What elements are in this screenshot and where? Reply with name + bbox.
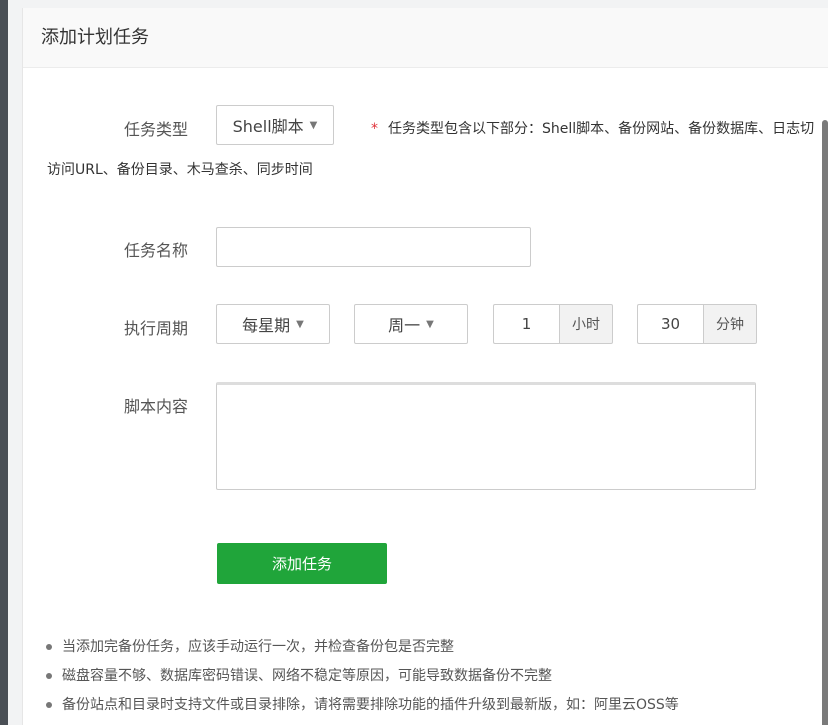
minute-unit-label: 分钟 [703,304,757,344]
minute-input-group: 30 分钟 [637,304,757,344]
task-type-hint-continued: 访问URL、备份目录、木马查杀、同步时间 [47,162,313,178]
chevron-down-icon: ▼ [426,318,434,330]
tip-item: 磁盘容量不够、数据库密码错误、网络不稳定等原因，可能导致数据备份不完整 [46,665,679,694]
dialog-title: 添加计划任务 [23,8,828,68]
required-asterisk: * [371,121,378,137]
chevron-down-icon: ▼ [309,119,318,131]
task-type-hint: * 任务类型包含以下部分：Shell脚本、备份网站、备份数据库、日志切 [371,118,814,138]
background-sidebar-edge [0,0,8,725]
script-content-textarea[interactable] [216,382,756,490]
hour-input[interactable]: 1 [493,304,559,344]
tip-item: 当添加完备份任务，应该手动运行一次，并检查备份包是否完整 [46,636,679,665]
task-type-label: 任务类型 [124,120,189,139]
task-name-label: 任务名称 [124,241,189,260]
hour-input-group: 1 小时 [493,304,613,344]
chevron-down-icon: ▼ [296,318,304,330]
weekday-select[interactable]: 周一 ▼ [354,304,468,344]
script-content-label: 脚本内容 [124,397,189,416]
period-type-select[interactable]: 每星期 ▼ [216,304,330,344]
task-type-hint-text: 任务类型包含以下部分：Shell脚本、备份网站、备份数据库、日志切 [388,121,815,137]
hour-unit-label: 小时 [559,304,613,344]
minute-input[interactable]: 30 [637,304,703,344]
add-task-button[interactable]: 添加任务 [217,543,387,584]
tips-list: 当添加完备份任务，应该手动运行一次，并检查备份包是否完整 磁盘容量不够、数据库密… [46,636,679,723]
period-label: 执行周期 [124,319,189,338]
tip-item: 备份站点和目录时支持文件或目录排除，请将需要排除功能的插件升级到最新版，如：阿里… [46,694,679,723]
weekday-value: 周一 [388,316,421,335]
task-type-select[interactable]: Shell脚本 ▼ [216,105,334,145]
task-name-input[interactable] [216,227,531,267]
task-type-value: Shell脚本 [232,117,304,136]
scrollbar[interactable] [822,120,828,725]
period-type-value: 每星期 [242,316,291,335]
